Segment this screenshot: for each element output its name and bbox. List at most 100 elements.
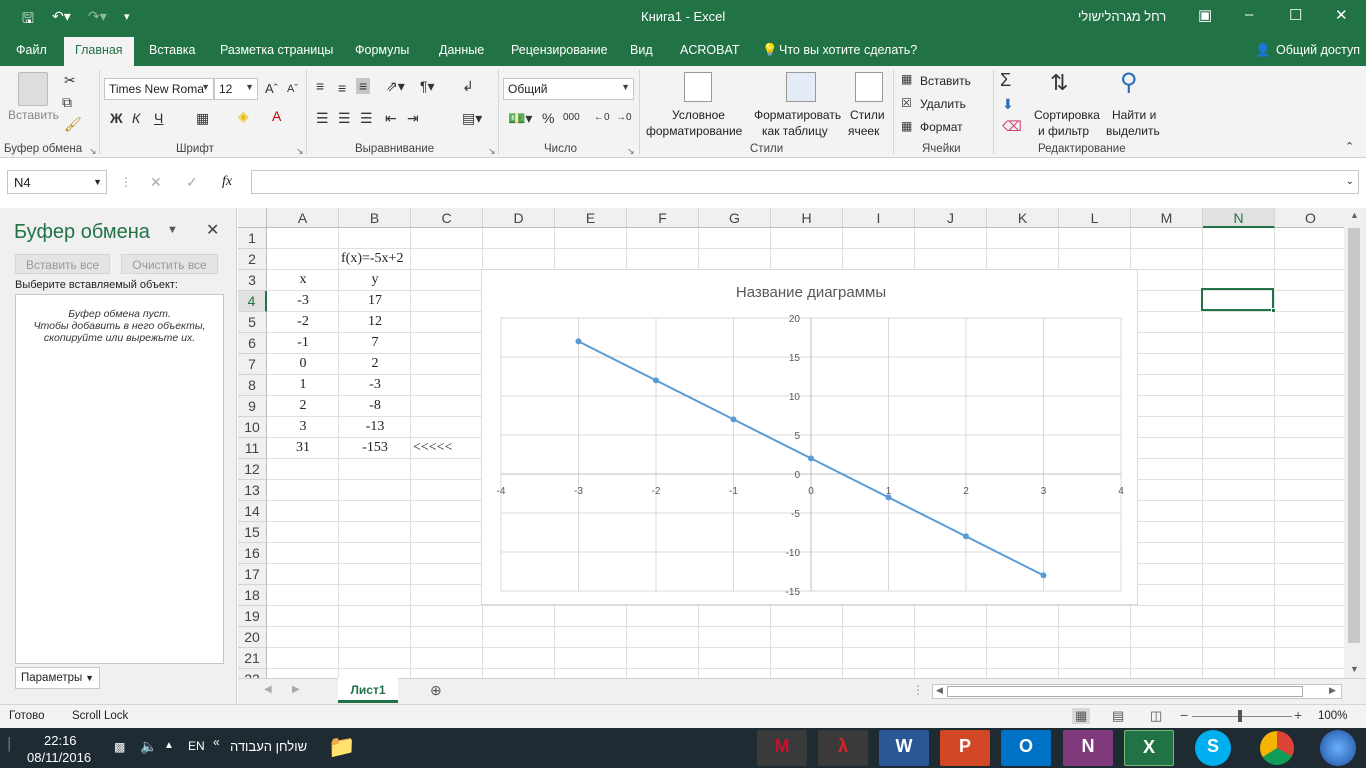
chrome-icon[interactable]	[1260, 731, 1294, 765]
sheet-tab-list1[interactable]: Лист1	[338, 678, 398, 703]
cell-B7[interactable]: 2	[339, 354, 411, 375]
scroll-left-icon[interactable]: ◀	[936, 685, 943, 696]
data-point[interactable]	[575, 338, 582, 345]
row-header-17[interactable]: 17	[238, 564, 267, 585]
share-icon[interactable]: 👤	[1255, 43, 1271, 58]
paste-button[interactable]: Вставить	[8, 108, 59, 122]
align-left-icon[interactable]: ☰	[316, 110, 329, 127]
merge-center-icon[interactable]: ▤▾	[462, 110, 482, 127]
align-center-icon[interactable]: ☰	[338, 110, 351, 127]
scroll-right-icon[interactable]: ▶	[1329, 685, 1336, 696]
align-bottom-icon[interactable]: ≡	[356, 78, 371, 94]
tab-home[interactable]: Главная	[64, 37, 134, 66]
cut-icon[interactable]: ✂	[64, 72, 76, 89]
increase-font-icon[interactable]: Aˆ	[265, 81, 278, 96]
column-header-G[interactable]: G	[699, 208, 771, 228]
page-break-view-icon[interactable]: ◫	[1150, 708, 1162, 724]
row-header-3[interactable]: 3	[238, 270, 267, 291]
excel-icon[interactable]: X	[1124, 730, 1174, 766]
column-header-L[interactable]: L	[1059, 208, 1131, 228]
zoom-out-icon[interactable]: −	[1180, 707, 1188, 723]
copy-icon[interactable]: ⧉	[62, 94, 72, 111]
tab-data[interactable]: Данные	[439, 43, 484, 57]
minimize-button[interactable]: –	[1245, 6, 1253, 23]
format-cells-button[interactable]: Формат	[920, 120, 963, 134]
row-header-9[interactable]: 9	[238, 396, 267, 417]
chart[interactable]: Название диаграммы -4 -3 -2 -1 0 1 2 3 4 20 15 10 5 0-…	[481, 269, 1138, 605]
find-select-button-line1[interactable]: Найти и	[1112, 108, 1156, 122]
format-cells-icon[interactable]: ▦	[901, 119, 912, 133]
wrap-text-icon[interactable]: ↲	[462, 78, 474, 95]
select-all-corner[interactable]	[238, 208, 267, 228]
add-sheet-icon[interactable]: ⊕	[430, 682, 442, 699]
data-point[interactable]	[808, 455, 814, 462]
column-header-A[interactable]: A	[267, 208, 339, 228]
tell-me-box[interactable]: Что вы хотите сделать?	[779, 43, 917, 57]
sort-filter-button-line1[interactable]: Сортировка	[1034, 108, 1100, 122]
scroll-thumb[interactable]	[1348, 228, 1360, 643]
format-table-button-line2[interactable]: как таблицу	[762, 124, 828, 138]
collapse-ribbon-icon[interactable]: ⌃	[1345, 140, 1354, 153]
clock-time[interactable]: 22:16	[44, 733, 77, 748]
cell-C11[interactable]: <<<<<	[413, 438, 452, 459]
orientation-icon[interactable]: ⇗▾	[386, 78, 405, 95]
tab-view[interactable]: Вид	[630, 43, 653, 57]
fill-icon[interactable]: ⬇	[1002, 96, 1014, 113]
scroll-up-icon[interactable]: ▲	[1350, 210, 1359, 220]
sort-filter-icon[interactable]: ⇅	[1050, 70, 1068, 96]
format-table-button-line1[interactable]: Форматировать	[754, 108, 841, 122]
increase-decimal-icon[interactable]: ←0	[594, 112, 610, 123]
row-header-5[interactable]: 5	[238, 312, 267, 333]
align-top-icon[interactable]: ≡	[316, 78, 324, 94]
zoom-in-icon[interactable]: +	[1294, 707, 1302, 723]
font-color-icon[interactable]: A	[272, 108, 281, 124]
undo-icon[interactable]: ↶▾	[52, 8, 71, 25]
cell-B6[interactable]: 7	[339, 333, 411, 354]
cell-A8[interactable]: 1	[267, 375, 339, 396]
share-button[interactable]: Общий доступ	[1276, 43, 1360, 57]
column-header-B[interactable]: B	[339, 208, 411, 228]
row-header-13[interactable]: 13	[238, 480, 267, 501]
cancel-icon[interactable]: ✕	[150, 174, 162, 191]
normal-view-icon[interactable]: ▦	[1072, 708, 1091, 724]
data-point[interactable]	[963, 533, 969, 540]
row-header-1[interactable]: 1	[238, 228, 267, 249]
cell-B8[interactable]: -3	[339, 375, 411, 396]
paste-icon[interactable]	[18, 72, 48, 106]
clear-all-button[interactable]: Очистить все	[121, 254, 218, 274]
close-pane-icon[interactable]: ✕	[206, 220, 219, 240]
word-icon[interactable]: W	[879, 730, 929, 766]
conditional-format-button-line2[interactable]: форматирование	[646, 124, 742, 138]
cell-styles-button-line2[interactable]: ячеек	[848, 124, 879, 138]
data-point[interactable]	[1040, 572, 1047, 579]
insert-function-button[interactable]: fx	[222, 174, 232, 190]
column-header-J[interactable]: J	[915, 208, 987, 228]
redo-icon[interactable]: ↷▾	[88, 8, 107, 25]
column-header-I[interactable]: I	[843, 208, 915, 228]
h-scroll-thumb[interactable]	[947, 686, 1303, 697]
column-header-N[interactable]: N	[1203, 208, 1275, 228]
desktop-toolbar-label[interactable]: שולחן העבודה	[230, 739, 307, 754]
alignment-launcher-icon[interactable]: ↘	[488, 146, 496, 157]
number-launcher-icon[interactable]: ↘	[627, 146, 635, 157]
column-header-E[interactable]: E	[555, 208, 627, 228]
rtl-icon[interactable]: ¶▾	[420, 78, 435, 95]
cell-A3[interactable]: x	[267, 270, 339, 291]
tab-file[interactable]: Файл	[16, 43, 47, 57]
cell-A11[interactable]: 31	[267, 438, 339, 459]
tell-me-icon[interactable]: 💡	[762, 43, 778, 58]
cell-A10[interactable]: 3	[267, 417, 339, 438]
formula-input[interactable]: ⌄	[251, 170, 1359, 194]
user-name[interactable]: רחל מגרהלישולי	[1078, 9, 1166, 24]
mcafee-icon[interactable]: M	[757, 730, 807, 766]
powerpoint-icon[interactable]: P	[940, 730, 990, 766]
align-right-icon[interactable]: ☰	[360, 110, 373, 127]
column-header-K[interactable]: K	[987, 208, 1059, 228]
currency-icon[interactable]: 💵▾	[508, 110, 532, 127]
data-point[interactable]	[730, 416, 737, 423]
start-button[interactable]	[1320, 730, 1356, 766]
active-cell-N4[interactable]	[1201, 288, 1274, 311]
clock-date[interactable]: 08/11/2016	[27, 750, 91, 765]
data-point[interactable]	[885, 494, 892, 501]
row-header-2[interactable]: 2	[238, 249, 267, 270]
